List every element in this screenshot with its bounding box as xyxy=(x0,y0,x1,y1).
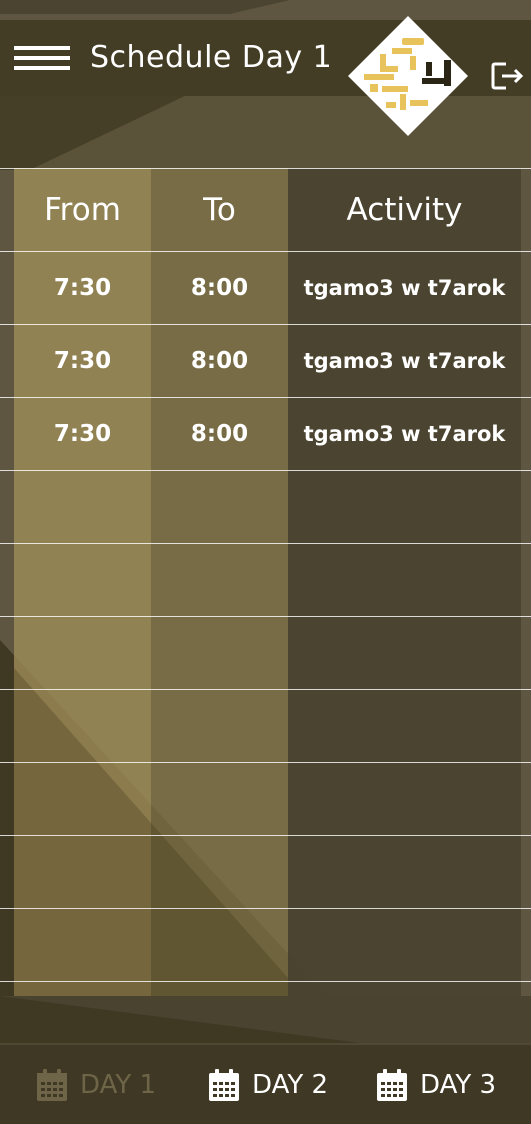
bottom-nav: DAY 1 DAY 2 DAY 3 xyxy=(0,1043,531,1124)
calendar-icon xyxy=(209,1068,239,1101)
table-row[interactable] xyxy=(0,835,531,908)
cell-activity xyxy=(288,909,521,981)
tab-label: DAY 2 xyxy=(252,1069,329,1100)
cell-activity: tgamo3 w t7arok xyxy=(303,276,506,300)
cell-from xyxy=(14,909,151,981)
cell-to xyxy=(151,617,288,689)
cell-to xyxy=(151,763,288,835)
cell-to xyxy=(151,836,288,908)
cell-activity xyxy=(288,617,521,689)
table-row[interactable]: 7:30 8:00 tgamo3 w t7arok xyxy=(0,324,531,397)
cell-to xyxy=(151,471,288,543)
table-row[interactable] xyxy=(0,470,531,543)
column-header-activity: Activity xyxy=(346,192,463,228)
table-row[interactable] xyxy=(0,908,531,982)
table-row[interactable]: 7:30 8:00 tgamo3 w t7arok xyxy=(0,251,531,324)
calendar-icon xyxy=(377,1068,407,1101)
cell-from: 7:30 xyxy=(53,275,112,301)
sign-out-icon[interactable] xyxy=(490,60,524,92)
cell-from xyxy=(14,617,151,689)
cell-to: 8:00 xyxy=(190,275,249,301)
cell-from xyxy=(14,836,151,908)
cell-from: 7:30 xyxy=(53,348,112,374)
column-header-from: From xyxy=(44,192,121,228)
cell-from xyxy=(14,690,151,762)
cell-activity xyxy=(288,544,521,616)
cell-from: 7:30 xyxy=(53,421,112,447)
cell-from xyxy=(14,544,151,616)
cell-to xyxy=(151,909,288,981)
table-row[interactable] xyxy=(0,689,531,762)
cell-activity xyxy=(288,763,521,835)
cell-from xyxy=(14,763,151,835)
cell-to: 8:00 xyxy=(190,421,249,447)
table-row[interactable] xyxy=(0,762,531,835)
cell-activity xyxy=(288,471,521,543)
table-header-row: From To Activity xyxy=(0,168,531,251)
tab-label: DAY 1 xyxy=(80,1069,157,1100)
hamburger-menu-icon[interactable] xyxy=(14,46,70,74)
column-header-to: To xyxy=(203,192,236,228)
cell-from xyxy=(14,471,151,543)
cell-to: 8:00 xyxy=(190,348,249,374)
cell-to xyxy=(151,544,288,616)
schedule-table: From To Activity 7:30 8:00 tgamo3 w t7ar… xyxy=(0,168,531,982)
table-row[interactable]: 7:30 8:00 tgamo3 w t7arok xyxy=(0,397,531,470)
cell-activity xyxy=(288,690,521,762)
cell-to xyxy=(151,690,288,762)
page-title: Schedule Day 1 xyxy=(90,40,333,75)
tab-day-2[interactable]: DAY 2 xyxy=(208,1045,328,1124)
table-row[interactable] xyxy=(0,616,531,689)
calendar-icon xyxy=(37,1068,67,1101)
tab-day-1[interactable]: DAY 1 xyxy=(36,1045,156,1124)
app-logo xyxy=(348,16,468,136)
tab-label: DAY 3 xyxy=(420,1069,497,1100)
table-row[interactable] xyxy=(0,543,531,616)
cell-activity xyxy=(288,836,521,908)
cell-activity: tgamo3 w t7arok xyxy=(303,422,506,446)
tab-day-3[interactable]: DAY 3 xyxy=(376,1045,496,1124)
cell-activity: tgamo3 w t7arok xyxy=(303,349,506,373)
